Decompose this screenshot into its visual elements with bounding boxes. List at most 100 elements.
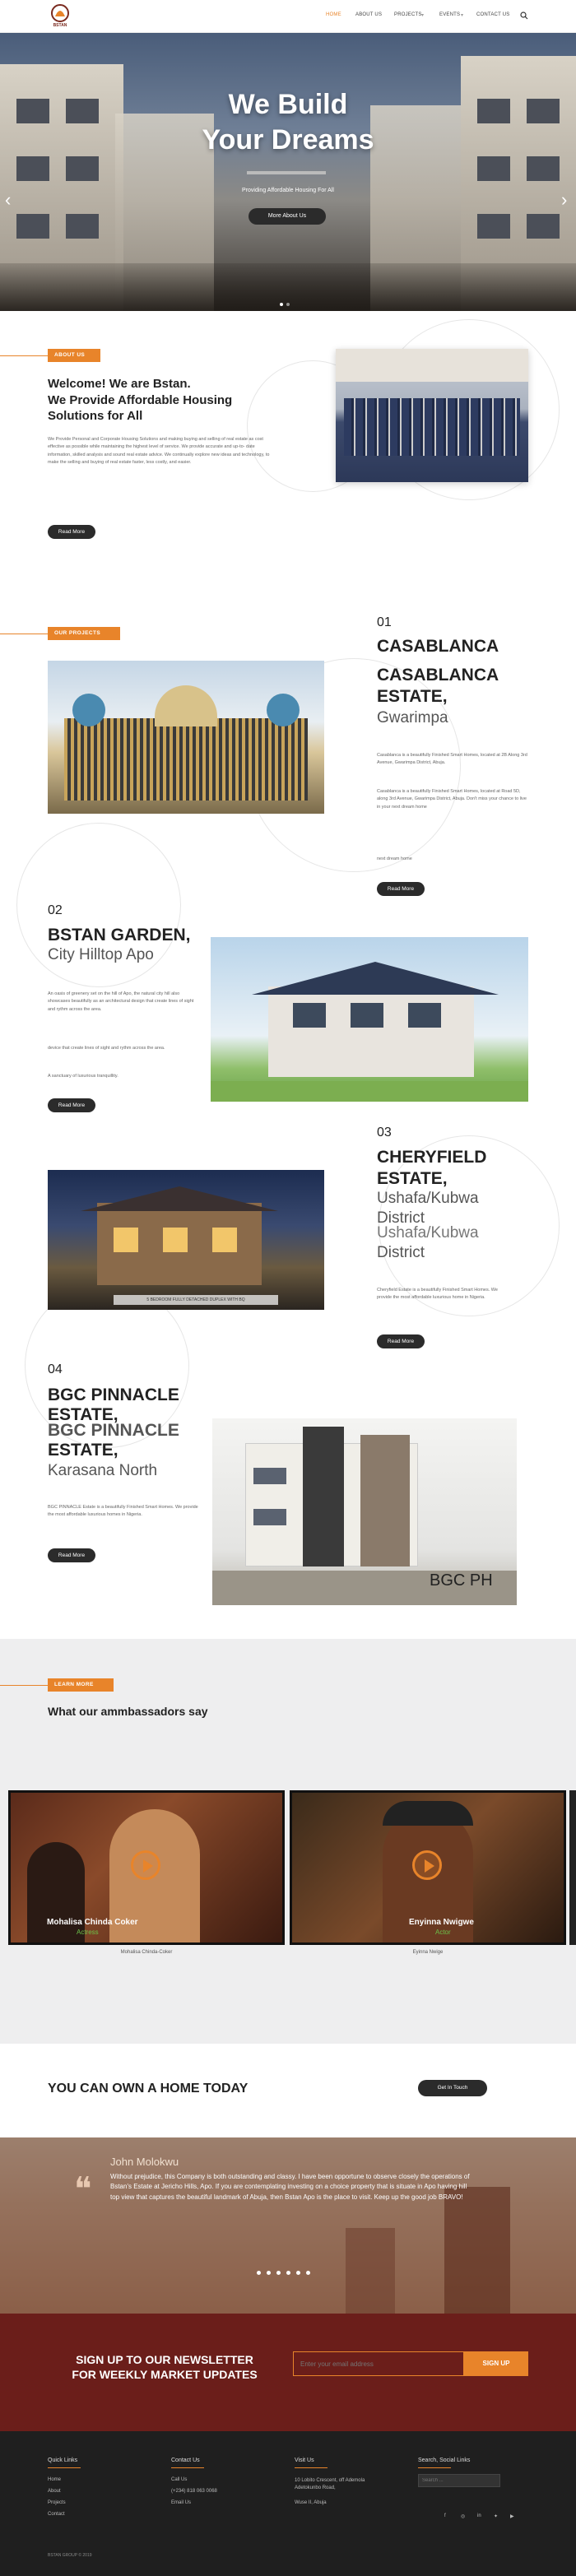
logo-text: BSTAN: [53, 23, 67, 28]
project-title: ESTATE,: [48, 1441, 118, 1460]
project-title: CASABLANCA: [377, 637, 499, 656]
project-read-more-button[interactable]: Read More: [48, 1548, 95, 1562]
play-icon[interactable]: [412, 1850, 442, 1880]
footer-divider: [48, 2467, 81, 2468]
play-icon[interactable]: [131, 1850, 160, 1880]
footer-divider: [171, 2467, 204, 2468]
video-overlay-name: Enyinna Nwigwe: [409, 1918, 474, 1927]
image-caption: 5 BEDROOM FULLY DETACHED DUPLEX WITH BQ: [114, 1295, 278, 1305]
testimonial-name: John Molokwu: [110, 2156, 179, 2168]
project-desc: Cheryfield Estate is a beautifully Finis…: [377, 1288, 498, 1301]
footer-email-label[interactable]: Email Us: [171, 2500, 191, 2505]
cta-text: YOU CAN OWN A HOME TODAY: [48, 2082, 249, 2096]
about-read-more-button[interactable]: Read More: [48, 525, 95, 539]
newsletter-line: FOR WEEKLY MARKET UPDATES: [72, 2367, 258, 2381]
bgc-pinnacle-photo: BGC PH: [212, 1418, 517, 1605]
project-location: Gwarimpa: [377, 709, 448, 726]
testimonial-quote: Without prejudice, this Company is both …: [110, 2173, 470, 2201]
nav-projects[interactable]: PROJECTS: [394, 12, 422, 17]
testimonial-section: ❝ John Molokwu Without prejudice, this C…: [0, 2137, 576, 2314]
projects-tag: OUR PROJECTS: [48, 627, 120, 640]
hero-title: We Build Your Dreams: [0, 87, 576, 157]
footer-link-about[interactable]: About: [48, 2489, 61, 2494]
project-desc: next dream home: [377, 856, 412, 861]
next-slide-icon[interactable]: ›: [561, 189, 567, 211]
testimonial-dot[interactable]: [306, 2271, 310, 2275]
testimonial-dot[interactable]: [276, 2271, 281, 2275]
footer-divider: [418, 2467, 451, 2468]
slide-dot[interactable]: [280, 303, 283, 306]
slide-dot[interactable]: [286, 303, 290, 306]
about-heading-line: Welcome! We are Bstan.: [48, 377, 191, 391]
footer-link-contact[interactable]: Contact: [48, 2512, 65, 2517]
footer-address: 10 Lobito Crescent, off Ademola Adetokun…: [295, 2478, 365, 2490]
project-title: BGC PINNACLE: [48, 1385, 179, 1404]
linkedin-icon[interactable]: in: [477, 2513, 481, 2518]
project-title: CASABLANCA: [377, 666, 499, 685]
nav-about[interactable]: ABOUT US: [355, 12, 382, 17]
footer-link-home[interactable]: Home: [48, 2477, 61, 2482]
image-label: BGC PH: [430, 1571, 493, 1590]
cheryfield-photo: 5 BEDROOM FULLY DETACHED DUPLEX WITH BQ: [48, 1170, 324, 1310]
twitter-icon[interactable]: ✦: [494, 2513, 498, 2519]
video-mohalisa[interactable]: Mohalisa Chinda Coker Actress: [8, 1790, 285, 1945]
nav-events[interactable]: EVENTS: [439, 12, 460, 17]
bstan-garden-photo: [211, 937, 528, 1102]
quote-icon: ❝: [74, 2170, 92, 2208]
video-enyinna[interactable]: Enyinna Nwigwe Actor: [290, 1790, 566, 1945]
sign-up-button[interactable]: SIGN UP: [464, 2351, 528, 2376]
facebook-icon[interactable]: f: [444, 2513, 446, 2518]
instagram-icon[interactable]: ◎: [461, 2513, 465, 2519]
footer-search-title: Search, Social Links: [418, 2458, 471, 2463]
testimonial-dot[interactable]: [296, 2271, 300, 2275]
email-input[interactable]: [293, 2351, 464, 2376]
footer-phone[interactable]: (+234) 818 063 0068: [171, 2489, 217, 2494]
more-about-us-button[interactable]: More About Us: [249, 208, 326, 225]
project-desc: BGC PINNACLE Estate is a beautifully Fin…: [48, 1505, 198, 1518]
newsletter-line: SIGN UP TO OUR NEWSLETTER: [76, 2353, 253, 2366]
video-next-peek[interactable]: [569, 1790, 576, 1945]
team-photo: [336, 349, 528, 482]
about-heading-line: Solutions for All: [48, 409, 143, 423]
project-read-more-button[interactable]: Read More: [377, 882, 425, 896]
bstan-logo[interactable]: BSTAN: [46, 3, 74, 30]
footer-search-input[interactable]: [418, 2474, 500, 2487]
footer-address-city: Wuse II, Abuja: [295, 2500, 327, 2505]
footer-visit-title: Visit Us: [295, 2458, 314, 2463]
project-desc: A sanctuary of luxurious tranquillity.: [48, 1074, 118, 1079]
testimonial-dot[interactable]: [257, 2271, 261, 2275]
project-location: District: [377, 1244, 425, 1261]
project-read-more-button[interactable]: Read More: [377, 1334, 425, 1348]
nav-home[interactable]: HOME: [326, 12, 341, 17]
project-read-more-button[interactable]: Read More: [48, 1098, 95, 1112]
tag-line: [0, 355, 49, 356]
project-number: 03: [377, 1126, 392, 1139]
project-number: 01: [377, 615, 392, 629]
video-caption: Mohalisa Chinda-Coker: [120, 1950, 173, 1955]
testimonial-dot[interactable]: [286, 2271, 290, 2275]
about-heading: Welcome! We are Bstan. We Provide Afford…: [48, 376, 295, 425]
hero-subtitle: Providing Affordable Housing For All: [242, 188, 334, 193]
testimonial-dot[interactable]: [267, 2271, 271, 2275]
footer-link-projects[interactable]: Projects: [48, 2500, 66, 2505]
project-number: 04: [48, 1362, 63, 1376]
project-location: City Hilltop Apo: [48, 946, 154, 963]
search-icon[interactable]: [520, 9, 528, 20]
project-location: Karasana North: [48, 1462, 158, 1479]
project-location: Ushafa/Kubwa: [377, 1224, 479, 1242]
tag-line: [0, 1685, 49, 1686]
learn-more-tag[interactable]: LEARN MORE: [48, 1678, 114, 1692]
nav-contact[interactable]: CONTACT US: [476, 12, 509, 17]
hero-divider: [247, 171, 326, 174]
project-title: BGC PINNACLE: [48, 1421, 179, 1440]
project-desc: An oasis of greenery set on the hill of …: [48, 991, 194, 1012]
get-in-touch-button[interactable]: Get In Touch: [418, 2080, 487, 2096]
prev-slide-icon[interactable]: ‹: [5, 189, 11, 211]
project-title: ESTATE,: [377, 687, 448, 706]
youtube-icon[interactable]: ▶: [510, 2513, 514, 2519]
project-desc: device that create lines of sight and ry…: [48, 1046, 165, 1051]
newsletter-heading: SIGN UP TO OUR NEWSLETTER FOR WEEKLY MAR…: [49, 2353, 280, 2382]
project-location: Ushafa/Kubwa: [377, 1190, 479, 1207]
about-tag: ABOUT US: [48, 349, 100, 362]
video-caption: Eyinna Nwige: [412, 1950, 444, 1955]
